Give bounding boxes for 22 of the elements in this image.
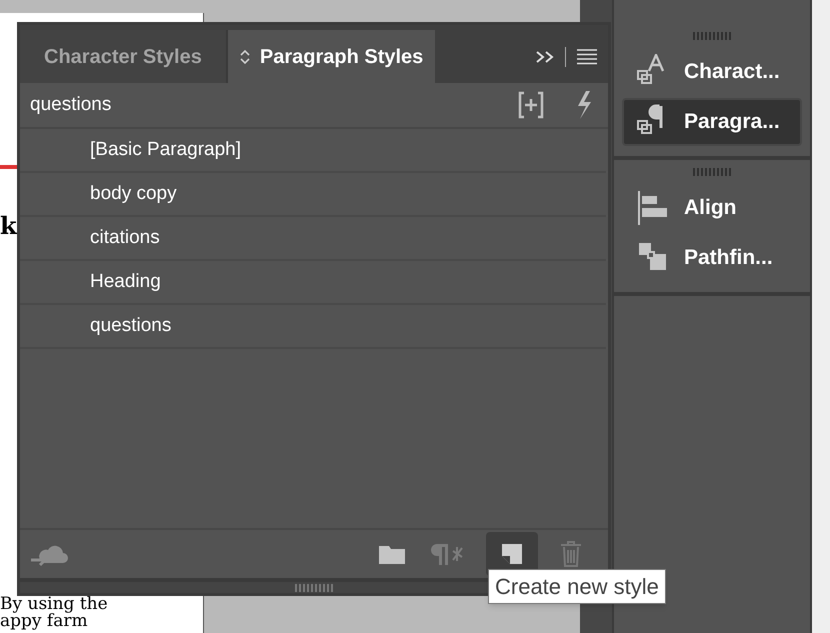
- panel-tab[interactable]: Character Styles: [20, 30, 228, 83]
- resize-grip-icon[interactable]: [295, 584, 333, 592]
- document-text-line: By using the: [0, 596, 108, 613]
- folder-icon[interactable]: [378, 543, 406, 565]
- dock-panel-button[interactable]: Paragra...: [622, 98, 802, 146]
- document-text-line: appy farm: [0, 613, 88, 630]
- dock-panel-button[interactable]: Charact...: [622, 48, 802, 96]
- pilcrow-star-icon[interactable]: [428, 542, 464, 566]
- collapse-icon[interactable]: [535, 50, 555, 64]
- new-page-icon: [501, 543, 523, 565]
- menu-icon[interactable]: [576, 48, 598, 64]
- add-style-icon[interactable]: [518, 91, 544, 119]
- align-icon: [636, 190, 670, 226]
- drag-grip-icon[interactable]: [693, 32, 731, 40]
- panel-tab[interactable]: Paragraph Styles: [228, 30, 436, 83]
- sort-arrows-icon: [240, 48, 250, 64]
- document-text-line: k: [0, 210, 17, 242]
- dock-panel-button[interactable]: Align: [622, 184, 802, 232]
- dock-panel-button[interactable]: Pathfin...: [622, 234, 802, 282]
- tooltip: Create new style: [488, 569, 666, 604]
- current-style-label: questions: [30, 92, 112, 117]
- drag-grip-icon[interactable]: [693, 168, 731, 176]
